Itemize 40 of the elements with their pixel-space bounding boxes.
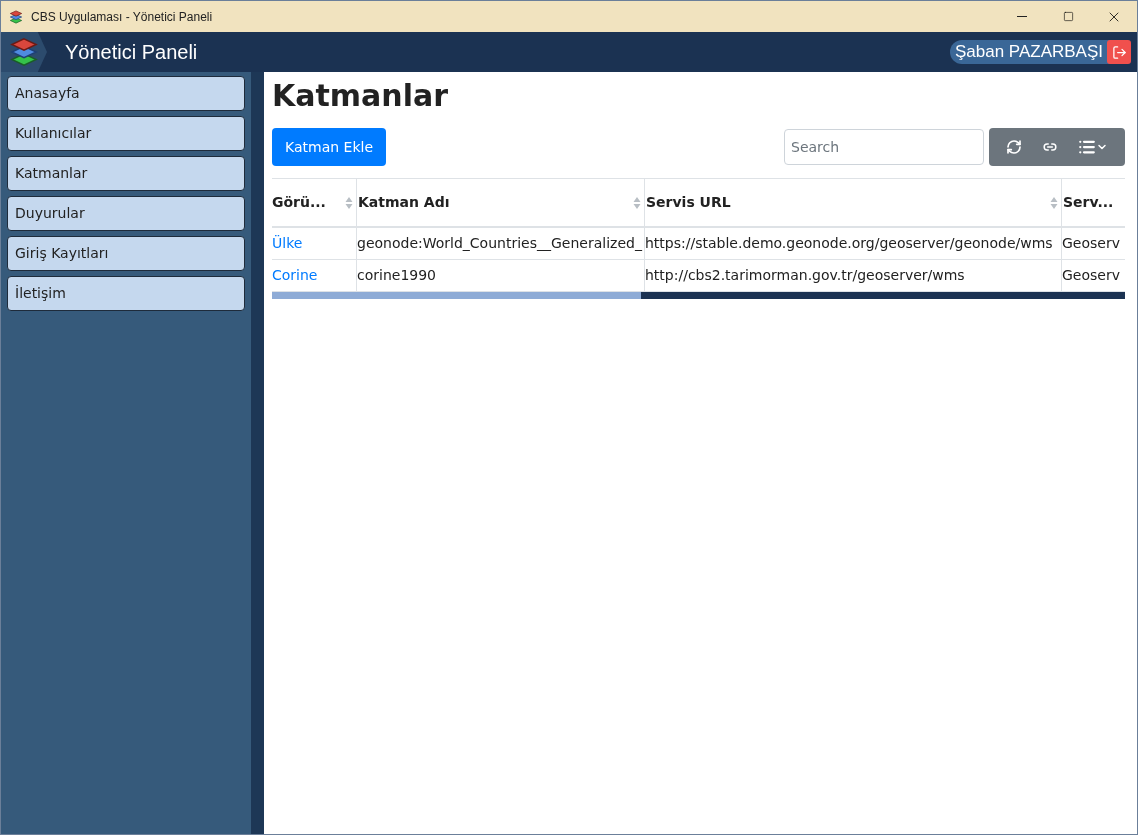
layer-link[interactable]: Corine (272, 260, 356, 291)
sort-icon[interactable] (345, 195, 353, 210)
layers-logo-icon (9, 37, 39, 67)
window-title: CBS Uygulaması - Yönetici Paneli (31, 8, 213, 26)
column-header[interactable]: Serv... (1061, 179, 1125, 226)
maximize-icon (1062, 11, 1074, 22)
layer-link[interactable]: Ülke (272, 228, 356, 259)
horizontal-scrollbar[interactable] (272, 292, 1125, 299)
sidebar-item[interactable]: Anasayfa (7, 76, 245, 111)
link-icon[interactable] (1043, 140, 1057, 154)
user-badge[interactable]: Şaban PAZARBAŞI (949, 40, 1131, 64)
column-header[interactable]: Servis URL (644, 179, 1061, 226)
table-cell: corine1990 (356, 260, 644, 291)
column-header[interactable]: Görü... (272, 179, 356, 226)
sort-icon[interactable] (633, 195, 641, 210)
table-cell: Geoserv (1061, 228, 1125, 259)
column-header[interactable]: Katman Adı (356, 179, 644, 226)
minimize-icon (1017, 16, 1027, 17)
table-cell: https://stable.demo.geonode.org/geoserver/geonode/wms (644, 228, 1061, 259)
refresh-icon[interactable] (1005, 139, 1022, 155)
search-field[interactable]: Search (784, 129, 984, 165)
sort-icon[interactable] (1050, 195, 1058, 210)
columns-dropdown-button[interactable] (1078, 138, 1109, 156)
sidebar-item[interactable]: Giriş Kayıtları (7, 236, 245, 271)
page-title: Katmanlar (272, 77, 449, 115)
logout-icon (1111, 44, 1127, 60)
app-icon (9, 9, 23, 24)
table-cell: http://cbs2.tarimorman.gov.tr/geoserver/wms (644, 260, 1061, 291)
table-cell: geonode:World_Countries__Generalized_ (356, 228, 644, 259)
sidebar-item[interactable]: İletişim (7, 276, 245, 311)
sidebar-item[interactable]: Kullanıcılar (7, 116, 245, 151)
list-icon (1078, 138, 1097, 156)
header-title: Yönetici Paneli (65, 40, 198, 65)
scrollbar-thumb[interactable] (272, 292, 641, 299)
logout-button[interactable] (1107, 40, 1131, 64)
sidebar-item[interactable]: Duyurular (7, 196, 245, 231)
user-name: Şaban PAZARBAŞI (954, 41, 1104, 64)
table-cell: Geoserv (1061, 260, 1125, 291)
add-layer-button[interactable]: Katman Ekle (272, 128, 386, 166)
sidebar-item[interactable]: Katmanlar (7, 156, 245, 191)
